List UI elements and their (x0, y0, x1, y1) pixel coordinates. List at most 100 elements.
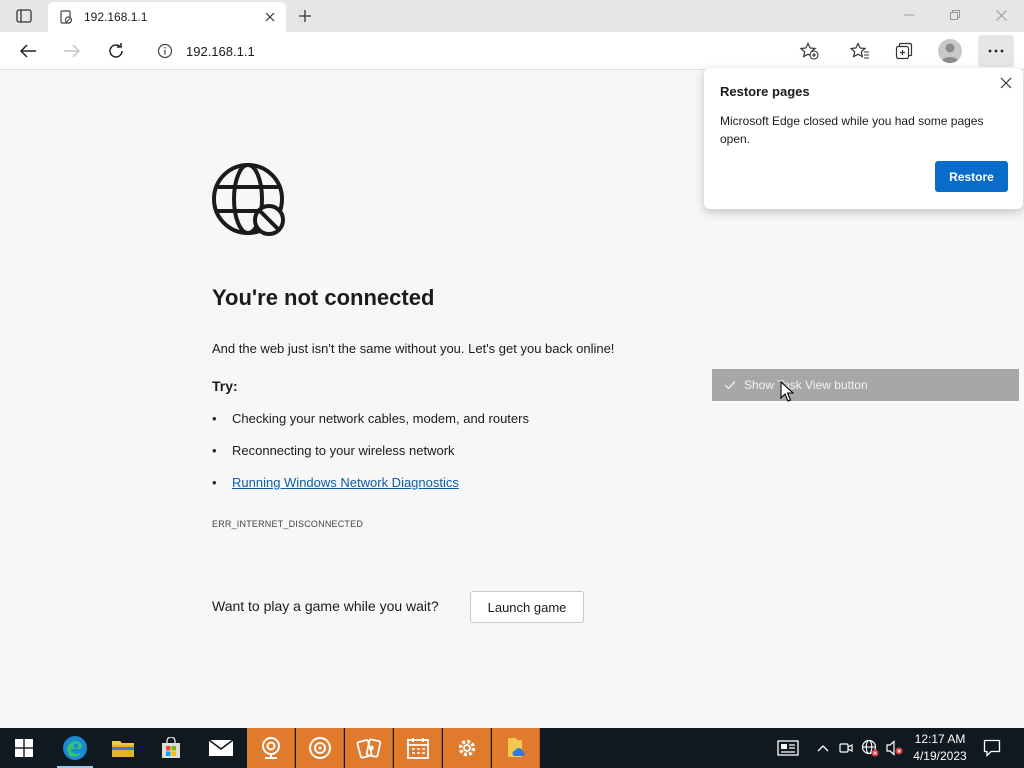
chevron-up-icon (817, 745, 829, 752)
minimize-button[interactable] (886, 0, 932, 30)
favorites-icon (850, 42, 869, 59)
network-status-button[interactable] (858, 728, 882, 768)
bullet: • (212, 443, 217, 458)
more-dots-icon (988, 49, 1004, 53)
tab-close-button[interactable] (258, 5, 282, 29)
store-bag-icon (162, 737, 180, 758)
taskbar-clock[interactable]: 12:17 AM 4/19/2023 (910, 731, 970, 765)
taskbar-calendar[interactable] (394, 728, 442, 768)
tips-list: • Checking your network cables, modem, a… (212, 411, 529, 507)
back-button[interactable] (12, 35, 44, 67)
plus-icon (299, 10, 311, 22)
info-icon[interactable] (156, 42, 174, 60)
mail-icon (208, 739, 234, 756)
profile-avatar[interactable] (938, 39, 962, 63)
webcam-icon (261, 737, 280, 759)
check-icon (722, 377, 738, 393)
clock-date: 4/19/2023 (913, 749, 967, 763)
close-icon (1000, 77, 1012, 89)
edge-icon (63, 736, 87, 760)
browser-toolbar: 192.168.1.1 (0, 32, 1024, 70)
volume-button[interactable] (884, 728, 906, 768)
arrow-right-icon (64, 44, 81, 58)
close-icon (265, 12, 275, 22)
new-tab-button[interactable] (292, 4, 318, 28)
arrow-left-icon (19, 44, 36, 58)
taskbar-settings[interactable] (443, 728, 491, 768)
show-task-view-menu-item[interactable]: Show Task View button (712, 369, 1019, 401)
address-bar[interactable]: 192.168.1.1 (144, 36, 830, 66)
collections-icon (895, 42, 913, 60)
launch-game-button[interactable]: Launch game (470, 591, 584, 623)
notification-icon (983, 739, 1001, 757)
error-code: ERR_INTERNET_DISCONNECTED (212, 519, 364, 529)
mouse-cursor-icon (780, 381, 794, 402)
page-heading: You're not connected (212, 285, 435, 310)
onedrive-folder-icon (507, 738, 525, 757)
refresh-button[interactable] (100, 35, 132, 67)
taskbar-camera[interactable] (247, 728, 295, 768)
close-window-button[interactable] (978, 0, 1024, 30)
tip-item: • Checking your network cables, modem, a… (212, 411, 529, 443)
taskbar: 12:17 AM 4/19/2023 (0, 728, 1024, 768)
meet-now-button[interactable] (836, 728, 856, 768)
star-add-icon (799, 42, 819, 60)
network-globe-icon (861, 739, 879, 757)
tab-title: 192.168.1.1 (84, 10, 148, 24)
taskbar-solitaire[interactable] (345, 728, 393, 768)
minimize-icon (904, 14, 914, 16)
disconnected-page-icon (58, 9, 74, 25)
taskbar-onedrive-folder[interactable] (492, 728, 540, 768)
windows-logo-icon (15, 739, 33, 757)
meet-now-icon (839, 743, 853, 753)
person-icon (941, 43, 959, 63)
page-description: And the web just isn't the same without … (212, 341, 615, 356)
globe-blocked-icon (212, 163, 285, 236)
bullet: • (212, 475, 217, 490)
settings-and-more-button[interactable] (978, 35, 1014, 67)
forward-button[interactable] (56, 35, 88, 67)
add-favorite-button[interactable] (794, 37, 824, 65)
tab-actions-icon (16, 9, 32, 23)
task-view-label: Show Task View button (744, 378, 868, 392)
tab-actions-button[interactable] (8, 4, 40, 28)
network-diagnostics-link[interactable]: Running Windows Network Diagnostics (232, 475, 459, 490)
restore-pages-popup: Restore pages Microsoft Edge closed whil… (704, 68, 1023, 209)
restore-down-button[interactable] (932, 0, 978, 30)
restore-down-icon (950, 10, 960, 20)
tip-text: Checking your network cables, modem, and… (232, 411, 529, 426)
popup-title: Restore pages (720, 84, 810, 99)
gear-icon (458, 739, 475, 757)
taskbar-edge[interactable] (51, 728, 99, 768)
calendar-icon (406, 738, 429, 759)
tab-strip: 192.168.1.1 (0, 0, 1024, 32)
restore-button[interactable]: Restore (935, 161, 1008, 192)
clock-time: 12:17 AM (914, 732, 966, 746)
tip-text: Reconnecting to your wireless network (232, 443, 455, 458)
address-url[interactable]: 192.168.1.1 (186, 44, 794, 59)
game-prompt: Want to play a game while you wait? (212, 598, 439, 614)
action-center-button[interactable] (978, 728, 1006, 768)
taskbar-store[interactable] (147, 728, 195, 768)
popup-message: Microsoft Edge closed while you had some… (720, 114, 984, 146)
favorites-button[interactable] (844, 35, 876, 67)
start-button[interactable] (0, 728, 48, 768)
collections-button[interactable] (888, 35, 920, 67)
show-hidden-icons-button[interactable] (812, 728, 834, 768)
bullet: • (212, 411, 217, 426)
folder-icon (112, 741, 134, 757)
popup-close-button[interactable] (995, 72, 1017, 94)
refresh-icon (109, 43, 123, 58)
browser-tab[interactable]: 192.168.1.1 (48, 2, 286, 32)
try-label: Try: (212, 378, 238, 394)
news-icon (777, 740, 799, 756)
groove-music-icon (308, 737, 331, 759)
tip-item: • Reconnecting to your wireless network (212, 443, 529, 475)
close-icon (995, 9, 1007, 21)
taskbar-groove[interactable] (296, 728, 344, 768)
tip-item: • Running Windows Network Diagnostics (212, 475, 529, 507)
speaker-muted-icon (886, 740, 903, 756)
taskbar-news-button[interactable] (772, 728, 804, 768)
taskbar-file-explorer[interactable] (99, 728, 147, 768)
taskbar-mail[interactable] (197, 728, 245, 768)
